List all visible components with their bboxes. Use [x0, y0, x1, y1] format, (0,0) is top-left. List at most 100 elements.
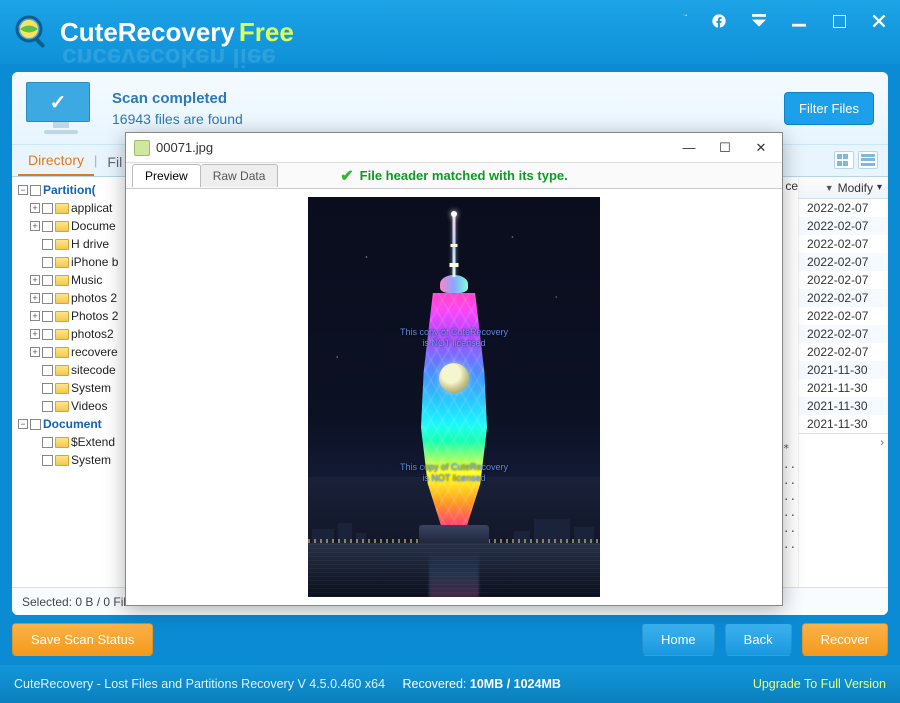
- date-cell[interactable]: 2022-02-07: [799, 289, 888, 307]
- checkbox[interactable]: [42, 203, 53, 214]
- facebook-icon[interactable]: [710, 12, 728, 30]
- tree-item[interactable]: sitecode: [18, 361, 141, 379]
- tree-item[interactable]: $Extend: [18, 433, 141, 451]
- checkbox[interactable]: [42, 437, 53, 448]
- date-cell[interactable]: 2021-11-30: [799, 415, 888, 433]
- app-window: CuteRecovery Free cncevecoken liee ✓ Sca…: [0, 0, 900, 703]
- date-cell[interactable]: 2022-02-07: [799, 307, 888, 325]
- modify-column: ▼ Modify ▾ 2022-02-072022-02-072022-02-0…: [798, 177, 888, 590]
- tree-item[interactable]: System: [18, 379, 141, 397]
- checkbox[interactable]: [42, 383, 53, 394]
- preview-tab-preview[interactable]: Preview: [132, 164, 201, 187]
- column-menu-icon[interactable]: ▾: [877, 182, 882, 193]
- checkbox[interactable]: [42, 275, 53, 286]
- expand-icon[interactable]: +: [30, 293, 40, 303]
- filter-files-button[interactable]: Filter Files: [784, 92, 874, 125]
- date-cell[interactable]: 2022-02-07: [799, 199, 888, 217]
- expand-icon[interactable]: [30, 383, 40, 393]
- expand-icon[interactable]: [30, 365, 40, 375]
- save-scan-status-button[interactable]: Save Scan Status: [12, 623, 153, 656]
- checkbox[interactable]: [42, 365, 53, 376]
- tree-item[interactable]: +photos 2: [18, 289, 141, 307]
- date-cell[interactable]: 2021-11-30: [799, 379, 888, 397]
- directory-tree[interactable]: − Partition( +applicat+DocumeH driveiPhon…: [12, 177, 142, 590]
- date-cell[interactable]: 2021-11-30: [799, 361, 888, 379]
- sort-down-icon[interactable]: ▼: [825, 183, 834, 193]
- expand-icon[interactable]: [30, 455, 40, 465]
- twitter-icon[interactable]: [670, 12, 688, 30]
- upgrade-link[interactable]: Upgrade To Full Version: [753, 677, 886, 691]
- expand-icon[interactable]: +: [30, 329, 40, 339]
- view-grid-icon[interactable]: [834, 151, 854, 169]
- tree-item[interactable]: +recovere: [18, 343, 141, 361]
- checkbox[interactable]: [42, 455, 53, 466]
- recover-button[interactable]: Recover: [802, 623, 888, 656]
- expand-icon[interactable]: +: [30, 311, 40, 321]
- tree-item[interactable]: +Photos 2: [18, 307, 141, 325]
- preview-msg-text: File header matched with its type.: [360, 168, 568, 183]
- preview-titlebar[interactable]: 00071.jpg — ☐ ✕: [126, 133, 782, 163]
- tree-item[interactable]: System: [18, 451, 141, 469]
- checkbox[interactable]: [42, 257, 53, 268]
- tree-item-label: Videos: [71, 399, 107, 413]
- dropdown-icon[interactable]: [750, 12, 768, 30]
- app-logo-icon: [12, 12, 52, 52]
- expand-icon[interactable]: [30, 257, 40, 267]
- checkbox[interactable]: [42, 401, 53, 412]
- checkbox[interactable]: [42, 329, 53, 340]
- tree-item[interactable]: Videos: [18, 397, 141, 415]
- tree-item[interactable]: + Music: [18, 271, 141, 289]
- folder-icon: [55, 239, 69, 250]
- date-cell[interactable]: 2021-11-30: [799, 397, 888, 415]
- preview-minimize-icon[interactable]: —: [680, 140, 698, 156]
- column-header-modify[interactable]: ▼ Modify ▾: [799, 177, 888, 199]
- tree-root-documents[interactable]: Document: [43, 417, 102, 431]
- date-cell[interactable]: 2022-02-07: [799, 217, 888, 235]
- expand-icon[interactable]: −: [18, 419, 28, 429]
- expand-icon[interactable]: +: [30, 347, 40, 357]
- date-cell[interactable]: 2022-02-07: [799, 235, 888, 253]
- scan-status-title: Scan completed: [112, 90, 243, 107]
- checkbox[interactable]: [30, 185, 41, 196]
- tree-item-label: Music: [71, 273, 102, 287]
- h-scroll-indicator[interactable]: ›: [799, 433, 888, 451]
- expand-icon[interactable]: −: [18, 185, 28, 195]
- tree-item[interactable]: +Docume: [18, 217, 141, 235]
- checkbox[interactable]: [42, 311, 53, 322]
- checkbox[interactable]: [42, 239, 53, 250]
- folder-icon: [55, 347, 69, 358]
- date-cell[interactable]: 2022-02-07: [799, 253, 888, 271]
- checkbox[interactable]: [42, 293, 53, 304]
- expand-icon[interactable]: [30, 401, 40, 411]
- expand-icon[interactable]: [30, 437, 40, 447]
- checkbox[interactable]: [42, 221, 53, 232]
- back-button[interactable]: Back: [725, 623, 792, 656]
- minimize-icon[interactable]: [790, 12, 808, 30]
- expand-icon[interactable]: [30, 239, 40, 249]
- home-button[interactable]: Home: [642, 623, 715, 656]
- close-icon[interactable]: [870, 12, 888, 30]
- expand-icon[interactable]: +: [30, 203, 40, 213]
- tab-directory[interactable]: Directory: [18, 146, 94, 176]
- checkbox[interactable]: [30, 419, 41, 430]
- monitor-icon: ✓: [26, 82, 96, 134]
- preview-maximize-icon[interactable]: ☐: [716, 140, 734, 156]
- tree-root-partition[interactable]: Partition(: [43, 183, 96, 197]
- preview-close-icon[interactable]: ✕: [752, 140, 770, 156]
- folder-icon: [55, 437, 69, 448]
- expand-icon[interactable]: +: [30, 221, 40, 231]
- date-cell[interactable]: 2022-02-07: [799, 271, 888, 289]
- tree-item[interactable]: H drive: [18, 235, 141, 253]
- folder-icon: [55, 383, 69, 394]
- date-cell[interactable]: 2022-02-07: [799, 325, 888, 343]
- tree-item[interactable]: iPhone b: [18, 253, 141, 271]
- date-cell[interactable]: 2022-02-07: [799, 343, 888, 361]
- scan-status-text: Scan completed 16943 files are found: [112, 90, 243, 127]
- tree-item[interactable]: +photos2: [18, 325, 141, 343]
- expand-icon[interactable]: +: [30, 275, 40, 285]
- maximize-icon[interactable]: [830, 12, 848, 30]
- view-list-icon[interactable]: [858, 151, 878, 169]
- tree-item[interactable]: +applicat: [18, 199, 141, 217]
- checkbox[interactable]: [42, 347, 53, 358]
- preview-tab-rawdata[interactable]: Raw Data: [201, 164, 279, 187]
